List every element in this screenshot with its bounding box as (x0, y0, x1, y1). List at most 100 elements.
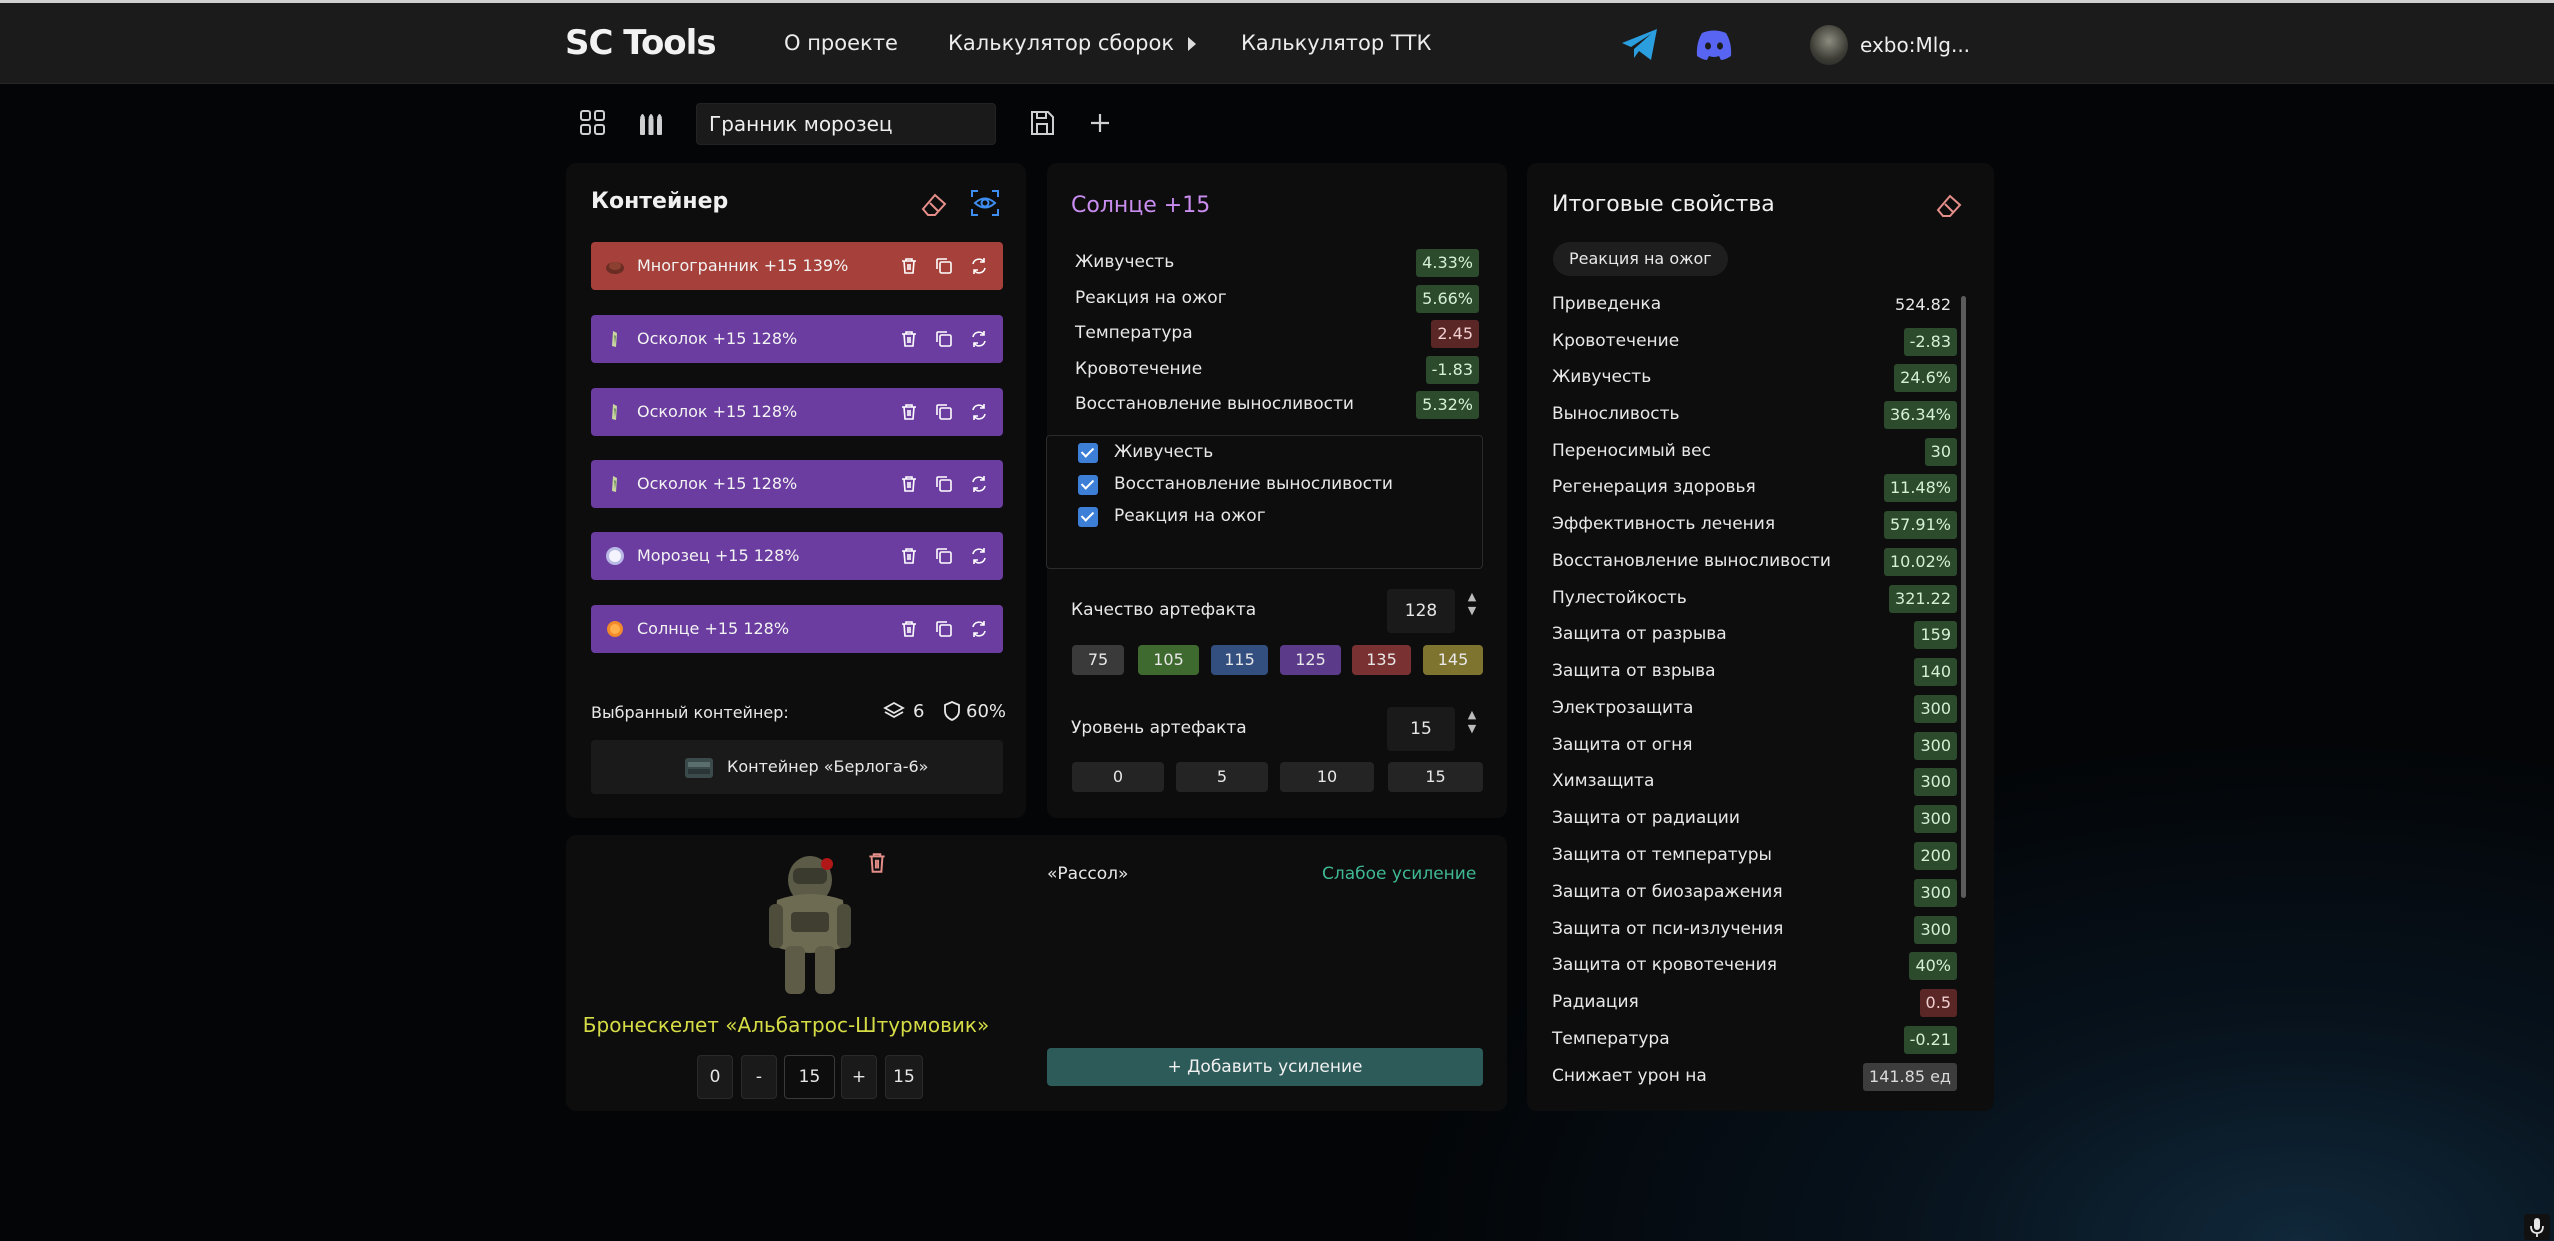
total-prop-row: Пулестойкость 321.22 (1552, 583, 1957, 613)
delete-armor-icon[interactable] (866, 851, 888, 875)
level-spinner[interactable]: ▲ ▼ (1463, 708, 1481, 738)
ammo-icon[interactable] (636, 108, 666, 138)
container-item-polyhedron[interactable]: Многогранник +15 139% (591, 242, 1003, 290)
totals-scrollbar-thumb[interactable] (1961, 296, 1966, 898)
prop-value: 36.34% (1883, 401, 1957, 429)
user-name[interactable]: exbo:Mlg... (1860, 33, 1970, 57)
delete-icon[interactable] (899, 329, 919, 349)
checkbox-checked[interactable] (1078, 507, 1098, 527)
grid-view-icon[interactable] (578, 108, 608, 138)
armor-level-input[interactable]: 15 (784, 1055, 835, 1099)
level-preset-15[interactable]: 15 (1388, 762, 1483, 792)
copy-icon[interactable] (934, 474, 954, 494)
quality-preset-75[interactable]: 75 (1072, 645, 1124, 675)
total-prop-row: Защита от разрыва 159 (1552, 619, 1957, 649)
eraser-icon[interactable] (919, 189, 949, 219)
checkbox-checked[interactable] (1078, 475, 1098, 495)
shield-icon (944, 701, 960, 721)
quality-preset-135[interactable]: 135 (1352, 645, 1411, 675)
nav-build-calculator[interactable]: Калькулятор сборок (948, 31, 1197, 55)
add-build-icon[interactable] (1085, 108, 1115, 138)
artifact-stat-row: Реакция на ожог 5.66% (1075, 283, 1479, 313)
user-avatar[interactable] (1810, 25, 1848, 65)
copy-icon[interactable] (934, 256, 954, 276)
prop-value: 30 (1924, 438, 1957, 466)
nav-about[interactable]: О проекте (784, 31, 898, 55)
level-preset-5[interactable]: 5 (1176, 762, 1268, 792)
eye-icon[interactable] (969, 187, 1001, 219)
container-item-frost[interactable]: Морозец +15 128% (591, 532, 1003, 580)
copy-icon[interactable] (934, 619, 954, 639)
delete-icon[interactable] (899, 256, 919, 276)
level-max-button[interactable]: 15 (885, 1055, 923, 1099)
delete-icon[interactable] (899, 546, 919, 566)
artifact-stat-row: Кровотечение -1.83 (1075, 354, 1479, 384)
select-container-button[interactable]: Контейнер «Берлога-6» (591, 740, 1003, 794)
prop-value: 300 (1914, 695, 1957, 723)
copy-icon[interactable] (934, 329, 954, 349)
level-decrement-button[interactable]: - (741, 1055, 777, 1099)
checkbox-label: Восстановление выносливости (1114, 474, 1393, 494)
container-item-shard-3[interactable]: Осколок +15 128% (591, 460, 1003, 508)
prop-name: Радиация (1552, 992, 1639, 1012)
totals-title: Итоговые свойства (1552, 192, 1775, 217)
prop-value: 524.82 (1895, 295, 1951, 314)
quality-preset-125[interactable]: 125 (1280, 645, 1341, 675)
chevron-up-icon[interactable]: ▲ (1463, 708, 1481, 722)
checkbox-label: Живучесть (1114, 442, 1214, 462)
prop-value: 11.48% (1883, 474, 1957, 502)
total-prop-row: Кровотечение -2.83 (1552, 326, 1957, 356)
level-preset-10[interactable]: 10 (1280, 762, 1374, 792)
site-logo[interactable]: SC Tools (565, 23, 717, 63)
prop-name: Восстановление выносливости (1552, 551, 1831, 571)
container-item-sun[interactable]: Солнце +15 128% (591, 605, 1003, 653)
swap-icon[interactable] (969, 256, 989, 276)
quality-preset-115[interactable]: 115 (1211, 645, 1268, 675)
add-upgrade-button[interactable]: + Добавить усиление (1047, 1048, 1483, 1086)
swap-icon[interactable] (969, 546, 989, 566)
level-min-button[interactable]: 0 (697, 1055, 733, 1099)
telegram-icon[interactable] (1620, 27, 1660, 63)
level-increment-button[interactable]: + (841, 1055, 877, 1099)
copy-icon[interactable] (934, 402, 954, 422)
container-item-shard-2[interactable]: Осколок +15 128% (591, 388, 1003, 436)
copy-icon[interactable] (934, 546, 954, 566)
quality-preset-145[interactable]: 145 (1423, 645, 1483, 675)
quality-label: Качество артефакта (1071, 600, 1257, 620)
container-item-shard-1[interactable]: Осколок +15 128% (591, 315, 1003, 363)
eraser-icon[interactable] (1934, 190, 1964, 220)
nav-ttk-calculator[interactable]: Калькулятор ТТК (1241, 31, 1431, 55)
chevron-up-icon[interactable]: ▲ (1463, 590, 1481, 604)
chevron-down-icon[interactable]: ▼ (1463, 722, 1481, 736)
quality-spinner[interactable]: ▲ ▼ (1463, 590, 1481, 620)
level-preset-0[interactable]: 0 (1072, 762, 1164, 792)
prop-name: Защита от кровотечения (1552, 955, 1777, 975)
save-icon[interactable] (1027, 108, 1057, 138)
quality-preset-105[interactable]: 105 (1138, 645, 1199, 675)
checkbox-label: Реакция на ожог (1114, 506, 1266, 526)
swap-icon[interactable] (969, 474, 989, 494)
prop-name: Снижает урон на (1552, 1066, 1707, 1086)
prop-value: 159 (1914, 621, 1957, 649)
discord-icon[interactable] (1694, 27, 1734, 63)
swap-icon[interactable] (969, 619, 989, 639)
build-name-input[interactable] (696, 103, 996, 145)
prop-name: Защита от биозаражения (1552, 882, 1783, 902)
filter-chip[interactable]: Реакция на ожог (1553, 242, 1728, 276)
swap-icon[interactable] (969, 329, 989, 349)
delete-icon[interactable] (899, 474, 919, 494)
quality-input[interactable]: 128 (1387, 589, 1455, 633)
upgrade-name[interactable]: «Рассол» (1047, 864, 1128, 884)
nav-build-calculator-label: Калькулятор сборок (948, 31, 1175, 55)
level-input[interactable]: 15 (1387, 707, 1455, 751)
delete-icon[interactable] (899, 402, 919, 422)
delete-icon[interactable] (899, 619, 919, 639)
prop-value: -0.21 (1903, 1026, 1957, 1054)
artifact-stat-row: Восстановление выносливости 5.32% (1075, 389, 1479, 419)
chevron-down-icon[interactable]: ▼ (1463, 604, 1481, 618)
microphone-icon[interactable] (2524, 1214, 2550, 1240)
sun-artifact-icon (607, 621, 623, 637)
swap-icon[interactable] (969, 402, 989, 422)
checkbox-checked[interactable] (1078, 443, 1098, 463)
prop-name: Защита от пси-излучения (1552, 919, 1784, 939)
